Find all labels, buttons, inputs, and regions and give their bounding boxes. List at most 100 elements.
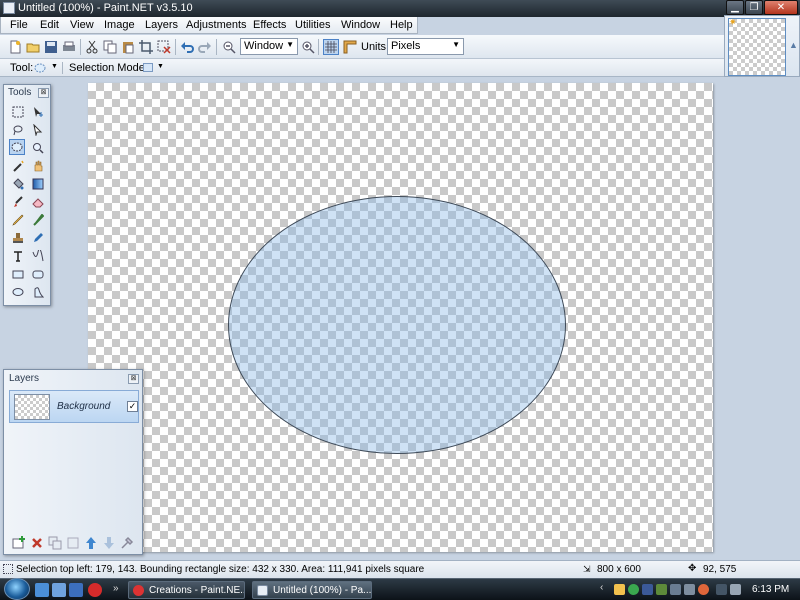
switch-windows-icon[interactable] — [52, 583, 66, 597]
menu-edit[interactable]: Edit — [40, 19, 59, 31]
gradient-tool-icon[interactable] — [30, 176, 46, 192]
move-layer-down-icon[interactable] — [102, 536, 116, 550]
maximize-button[interactable]: ❐ — [745, 0, 763, 15]
quick-launch-chevron[interactable]: » — [113, 583, 119, 594]
copy-icon[interactable] — [103, 40, 117, 54]
close-button[interactable]: ✕ — [764, 0, 798, 15]
menu-effects[interactable]: Effects — [253, 19, 286, 31]
rectangle-tool-icon[interactable] — [10, 266, 26, 282]
tray-network-icon[interactable] — [670, 584, 681, 595]
layer-row[interactable]: Background ✓ — [9, 390, 139, 423]
ellipse-select-tool-icon[interactable] — [9, 139, 25, 155]
tray-expand-icon[interactable]: ‹ — [600, 582, 603, 593]
menu-file[interactable]: File — [10, 19, 28, 31]
cut-icon[interactable] — [85, 40, 99, 54]
tray-facebook-icon[interactable] — [642, 584, 653, 595]
pencil-tool-icon[interactable] — [10, 212, 26, 228]
rectangle-select-tool-icon[interactable] — [10, 104, 26, 120]
tools-close-button[interactable]: ⊠ — [38, 88, 49, 98]
paintbrush-tool-icon[interactable] — [10, 194, 26, 210]
show-desktop-icon[interactable] — [35, 583, 49, 597]
tray-network-status-icon[interactable] — [716, 584, 727, 595]
cursor-position-text: 92, 575 — [703, 564, 737, 575]
tool-options-bar: Tool: ▼ Selection Mode: ▼ — [0, 59, 724, 77]
menu-adjustments[interactable]: Adjustments — [186, 19, 247, 31]
move-layer-up-icon[interactable] — [84, 536, 98, 550]
delete-layer-icon[interactable] — [30, 536, 44, 550]
tray-whatsapp-icon[interactable] — [628, 584, 639, 595]
new-file-icon[interactable] — [8, 40, 22, 54]
ruler-icon[interactable] — [343, 40, 357, 54]
color-picker-tool-icon[interactable] — [30, 212, 46, 228]
thumbnail-scroll-icon[interactable]: ▲ — [789, 40, 798, 50]
tray-shield-icon[interactable] — [684, 584, 695, 595]
print-icon[interactable] — [62, 40, 76, 54]
selection-mode-label: Selection Mode: — [69, 62, 148, 74]
clock[interactable]: 6:13 PM — [752, 584, 789, 595]
zoom-tool-icon[interactable] — [30, 140, 46, 156]
tool-dropdown-icon[interactable]: ▼ — [51, 63, 58, 70]
move-selection-tool-icon[interactable] — [30, 122, 46, 138]
system-tray: ‹ 6:13 PM — [598, 580, 800, 600]
menu-image[interactable]: Image — [104, 19, 135, 31]
menu-view[interactable]: View — [70, 19, 94, 31]
deselect-icon[interactable] — [157, 40, 171, 54]
layers-close-button[interactable]: ⊠ — [128, 374, 139, 384]
zoom-select[interactable]: Window ▼ — [240, 38, 298, 55]
zoom-in-icon[interactable] — [301, 40, 315, 54]
app-icon[interactable] — [3, 2, 15, 14]
taskbar: » Creations - Paint.NE... Untitled (100%… — [0, 578, 800, 600]
status-bar: Selection top left: 179, 143. Bounding r… — [0, 560, 800, 578]
menu-bar: File Edit View Image Layers Adjustments … — [0, 17, 418, 34]
paste-icon[interactable] — [121, 40, 135, 54]
start-button[interactable] — [4, 578, 30, 600]
redo-icon[interactable] — [198, 40, 212, 54]
layer-visibility-checkbox[interactable]: ✓ — [127, 401, 138, 412]
units-select[interactable]: Pixels ▼ — [387, 38, 464, 55]
tools-title: Tools — [8, 87, 32, 98]
taskbar-task-creations[interactable]: Creations - Paint.NE... — [128, 581, 245, 599]
recolor-tool-icon[interactable] — [30, 230, 46, 246]
paint-bucket-tool-icon[interactable] — [10, 176, 26, 192]
ie-browser-icon[interactable] — [69, 583, 83, 597]
opera-browser-icon[interactable] — [88, 583, 102, 597]
menu-window[interactable]: Window — [341, 19, 380, 31]
ellipse-selection[interactable] — [228, 196, 566, 454]
duplicate-layer-icon[interactable] — [48, 536, 62, 550]
freeform-shape-tool-icon[interactable] — [30, 284, 46, 300]
taskbar-task-untitled[interactable]: Untitled (100%) - Pa... — [252, 581, 372, 599]
layer-properties-icon[interactable] — [120, 536, 134, 550]
tray-folder-icon[interactable] — [614, 584, 625, 595]
save-icon[interactable] — [44, 40, 58, 54]
menu-layers[interactable]: Layers — [145, 19, 178, 31]
tray-volume-icon[interactable] — [730, 584, 741, 595]
tray-update-icon[interactable] — [698, 584, 709, 595]
magic-wand-tool-icon[interactable] — [10, 158, 26, 174]
minimize-button[interactable]: ▁ — [726, 0, 744, 15]
line-curve-tool-icon[interactable] — [30, 248, 46, 264]
move-selected-pixels-tool-icon[interactable] — [30, 104, 46, 120]
selection-mode-dropdown-icon[interactable]: ▼ — [157, 63, 164, 70]
eraser-tool-icon[interactable] — [30, 194, 46, 210]
menu-help[interactable]: Help — [390, 19, 413, 31]
rounded-rectangle-tool-icon[interactable] — [30, 266, 46, 282]
ellipse-tool-icon[interactable] — [10, 284, 26, 300]
lasso-select-tool-icon[interactable] — [10, 122, 26, 138]
menu-utilities[interactable]: Utilities — [295, 19, 330, 31]
undo-icon[interactable] — [180, 40, 194, 54]
grid-toggle-icon[interactable] — [323, 39, 339, 55]
open-file-icon[interactable] — [26, 40, 40, 54]
paintnet-task-icon — [257, 585, 268, 596]
pan-tool-icon[interactable] — [30, 158, 46, 174]
crop-icon[interactable] — [139, 40, 153, 54]
text-tool-icon[interactable] — [10, 248, 26, 264]
merge-layer-down-icon[interactable] — [66, 536, 80, 550]
cursor-position-icon: ✥ — [688, 563, 697, 574]
ellipse-select-tool-icon[interactable] — [34, 62, 46, 74]
tools-window: Tools ⊠ — [3, 84, 51, 306]
add-layer-icon[interactable] — [12, 536, 26, 550]
selection-mode-replace-icon[interactable] — [143, 63, 153, 72]
zoom-out-icon[interactable] — [222, 40, 236, 54]
tray-app-icon[interactable] — [656, 584, 667, 595]
clone-stamp-tool-icon[interactable] — [10, 230, 26, 246]
